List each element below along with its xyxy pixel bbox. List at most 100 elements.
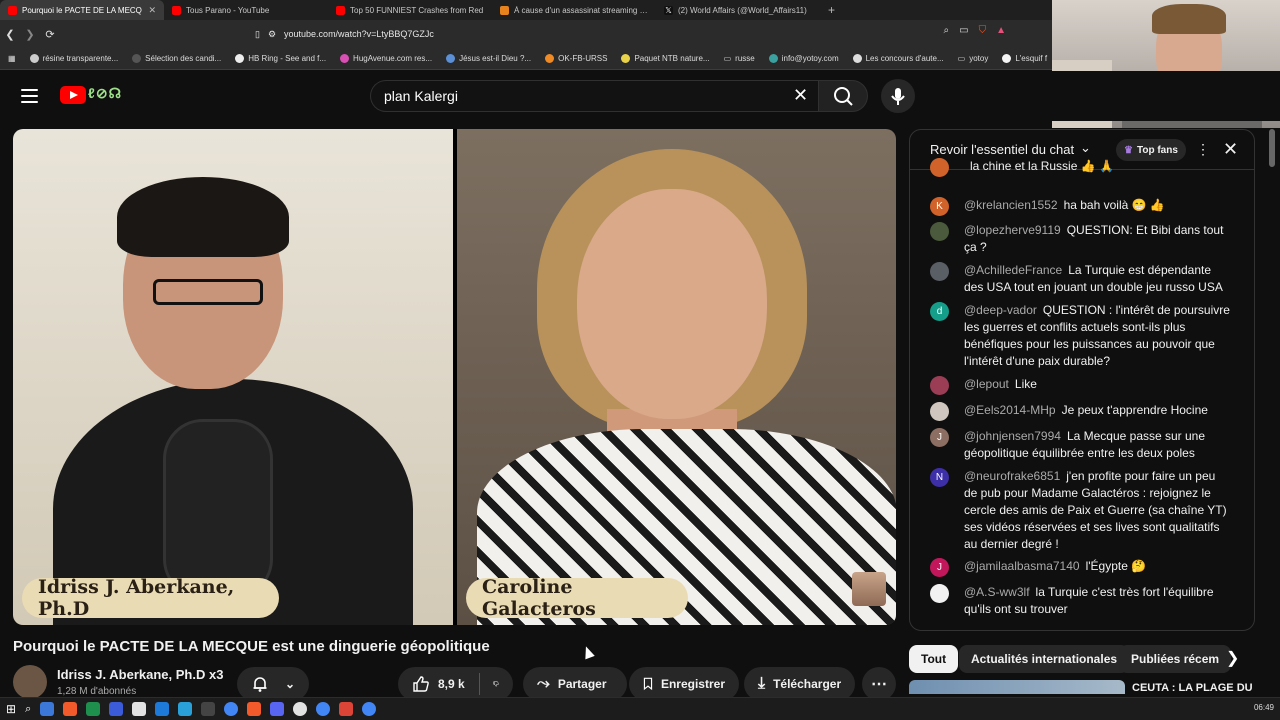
chat-author[interactable]: @krelancien1552 bbox=[964, 198, 1058, 212]
app-icon[interactable] bbox=[293, 702, 308, 716]
chat-author[interactable]: @A.S-ww3lf bbox=[964, 585, 1030, 599]
page-scrollbar[interactable] bbox=[1269, 129, 1275, 167]
chat-avatar[interactable] bbox=[930, 222, 949, 241]
chrome-icon[interactable] bbox=[316, 702, 331, 716]
chat-author[interactable]: @AchilledeFrance bbox=[964, 263, 1062, 277]
chat-author[interactable]: @Eels2014-MHp bbox=[964, 403, 1056, 417]
app-icon[interactable] bbox=[40, 702, 55, 716]
tab-2[interactable]: Top 50 FUNNIEST Crashes from Red bbox=[328, 0, 492, 20]
tab-0[interactable]: Pourquoi le PACTE DE LA MECQ ✕ bbox=[0, 0, 164, 20]
bookmark-item[interactable]: OK-FB-URSS bbox=[545, 54, 607, 63]
search-icon[interactable]: ⌕ bbox=[25, 703, 31, 716]
chip-all[interactable]: Tout bbox=[909, 645, 959, 673]
chevron-down-icon[interactable]: ⌄ bbox=[1080, 140, 1091, 156]
back-icon[interactable]: ❮ bbox=[0, 28, 20, 41]
chat-avatar[interactable] bbox=[930, 158, 949, 177]
bookmark-item[interactable]: résine transparente... bbox=[29, 54, 118, 63]
chat-avatar[interactable]: J bbox=[930, 428, 949, 447]
youtube-doodle-icon[interactable]: ℓ⊘☊ bbox=[88, 85, 122, 102]
chat-avatar[interactable] bbox=[930, 262, 949, 281]
bookmark-item[interactable]: Les concours d'aute... bbox=[852, 54, 944, 63]
chat-author[interactable]: @neurofrake6851 bbox=[964, 469, 1060, 483]
chat-avatar[interactable]: d bbox=[930, 302, 949, 321]
channel-avatar[interactable] bbox=[13, 665, 47, 699]
chip-recent[interactable]: Publiées récem bbox=[1119, 645, 1232, 673]
tab-1[interactable]: Tous Parano - YouTube bbox=[164, 0, 328, 20]
start-icon[interactable]: ⊞ bbox=[6, 702, 16, 716]
chrome-icon[interactable] bbox=[224, 702, 239, 716]
thumbs-down-icon[interactable] bbox=[493, 675, 499, 693]
new-tab-icon[interactable]: + bbox=[820, 3, 843, 17]
clear-search-icon[interactable]: ✕ bbox=[793, 85, 808, 105]
share-button[interactable]: ⤳ Partager bbox=[523, 667, 627, 701]
bookmark-item[interactable]: Paquet NTB nature... bbox=[621, 54, 710, 63]
excel-icon[interactable] bbox=[86, 702, 101, 716]
edge-icon[interactable] bbox=[178, 702, 193, 716]
kebab-menu-icon[interactable]: ⋮ bbox=[1196, 141, 1210, 158]
subscription-bell-button[interactable]: ⌄ bbox=[237, 667, 309, 701]
apps-icon[interactable]: ▦ bbox=[8, 54, 16, 63]
app-icon[interactable] bbox=[339, 702, 354, 716]
chat-author[interactable]: @jamilaalbasma7140 bbox=[964, 559, 1080, 573]
bookmark-icon[interactable]: ▯ bbox=[255, 29, 260, 40]
video-player[interactable]: Idriss J. Aberkane, Ph.D Caroline Galact… bbox=[13, 129, 896, 625]
youtube-header: ℓ⊘☊ ✕ bbox=[0, 71, 1280, 121]
word-icon[interactable] bbox=[109, 702, 124, 716]
channel-watermark[interactable] bbox=[852, 572, 886, 606]
chevron-right-icon[interactable]: ❯ bbox=[1226, 648, 1239, 668]
chat-avatar[interactable]: J bbox=[930, 558, 949, 577]
menu-icon[interactable] bbox=[21, 89, 38, 103]
reload-icon[interactable]: ⟳ bbox=[40, 28, 60, 41]
app-icon[interactable] bbox=[63, 702, 78, 716]
app-icon[interactable] bbox=[201, 702, 216, 716]
brave-shield-icon[interactable]: ⛉ bbox=[979, 25, 987, 36]
site-info-icon[interactable]: ⚙ bbox=[268, 29, 276, 40]
bookmark-item[interactable]: info@yotoy.com bbox=[768, 54, 839, 63]
voice-search-button[interactable] bbox=[881, 79, 915, 113]
chat-avatar[interactable]: N bbox=[930, 468, 949, 487]
chip-international-news[interactable]: Actualités internationales bbox=[959, 645, 1130, 673]
chat-title[interactable]: Revoir l'essentiel du chat bbox=[930, 142, 1074, 157]
chat-author[interactable]: @johnjensen7994 bbox=[964, 429, 1061, 443]
discord-icon[interactable] bbox=[270, 702, 285, 716]
bookmark-item[interactable]: HugAvenue.com res... bbox=[340, 54, 432, 63]
download-button[interactable]: ⤓ Télécharger bbox=[744, 667, 855, 701]
chat-author[interactable]: @lepout bbox=[964, 377, 1009, 391]
channel-name[interactable]: Idriss J. Aberkane, Ph.D x3 bbox=[57, 667, 223, 682]
youtube-logo[interactable] bbox=[60, 86, 86, 104]
chat-author[interactable]: @lopezherve9119 bbox=[964, 223, 1061, 237]
close-icon[interactable]: ✕ bbox=[1223, 139, 1238, 160]
chat-author[interactable]: @deep-vador bbox=[964, 303, 1037, 317]
chat-avatar[interactable] bbox=[930, 584, 949, 603]
bookmark-item[interactable]: HB Ring - See and f... bbox=[235, 54, 326, 63]
bookmark-item[interactable]: Jésus est-il Dieu ?... bbox=[446, 54, 531, 63]
like-button[interactable]: 8,9 k bbox=[412, 675, 465, 693]
rewards-icon[interactable]: ▲ bbox=[996, 25, 1006, 36]
recommendation-title[interactable]: CEUTA : LA PLAGE DU bbox=[1132, 682, 1253, 694]
app-icon[interactable] bbox=[132, 702, 147, 716]
bookmark-folder[interactable]: ▭ russe bbox=[724, 54, 755, 63]
video-panel-right bbox=[457, 129, 896, 625]
bookmark-folder[interactable]: ▭ yotoy bbox=[958, 54, 989, 63]
search-input[interactable] bbox=[384, 81, 774, 111]
save-button[interactable]: Enregistrer bbox=[629, 667, 739, 701]
recommendation-thumbnail[interactable] bbox=[909, 680, 1125, 694]
more-actions-button[interactable]: ⋯ bbox=[862, 667, 896, 701]
url-field[interactable]: ▯ ⚙ youtube.com/watch?v=LtyBBQ7GZJc bbox=[255, 24, 995, 44]
zoom-icon[interactable]: ⌕ bbox=[944, 25, 950, 36]
chat-avatar[interactable] bbox=[930, 402, 949, 421]
close-icon[interactable]: ✕ bbox=[148, 5, 156, 16]
search-button[interactable] bbox=[818, 80, 868, 112]
chat-avatar[interactable]: K bbox=[930, 197, 949, 216]
brave-icon[interactable] bbox=[247, 702, 262, 716]
cast-icon[interactable]: ▭ bbox=[959, 25, 968, 36]
chrome-icon[interactable] bbox=[362, 702, 377, 716]
outlook-icon[interactable] bbox=[155, 702, 170, 716]
bookmark-item[interactable]: L'esquif f bbox=[1002, 54, 1047, 63]
forward-icon[interactable]: ❯ bbox=[20, 28, 40, 41]
tab-3[interactable]: À cause d'un assassinat streaming co bbox=[492, 0, 656, 20]
chat-avatar[interactable] bbox=[930, 376, 949, 395]
bookmark-item[interactable]: Sélection des candi... bbox=[132, 54, 221, 63]
tab-4[interactable]: 𝕏 (2) World Affairs (@World_Affairs11) bbox=[656, 0, 820, 20]
tab-label: (2) World Affairs (@World_Affairs11) bbox=[678, 5, 807, 15]
